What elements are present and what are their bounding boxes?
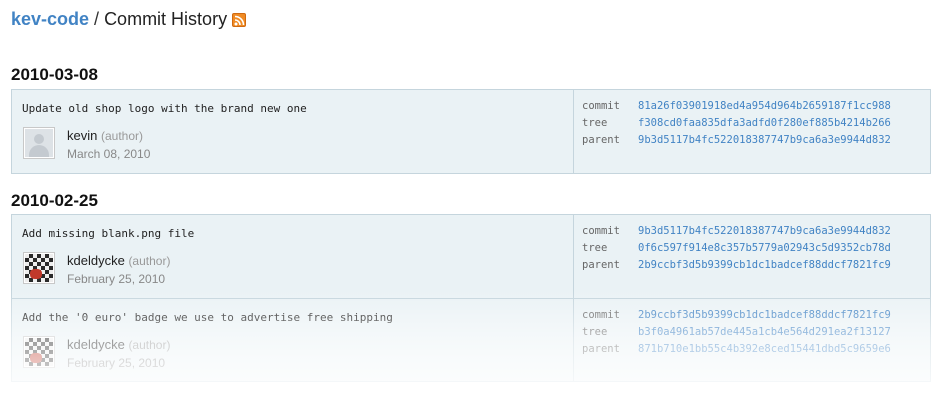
tree-label: tree	[582, 117, 608, 129]
commit-entry: Add missing blank.png file kdeldycke (au…	[12, 215, 930, 298]
parent-sha-link[interactable]: 871b710e1bb55c4b392e8ced15441dbd5c9659e6	[638, 343, 891, 355]
commit-label: commit	[582, 225, 620, 237]
tree-label: tree	[582, 326, 608, 338]
commit-meta: commit 2b9ccbf3d5b9399cb1dc1badcef88ddcf7…	[573, 299, 932, 381]
commit-date: February 25, 2010	[67, 356, 166, 370]
tree-sha-row: tree f308cd0faa835dfa3adfd0f280ef885b4214…	[582, 117, 891, 129]
author-role: (author)	[128, 338, 171, 352]
commit-entry: Update old shop logo with the brand new …	[12, 90, 930, 173]
author-name[interactable]: kdeldycke	[67, 337, 125, 352]
rss-icon[interactable]	[232, 13, 247, 27]
commit-history-page: kev-code / Commit History 2010-03-08 Upd…	[0, 0, 942, 402]
parent-sha-row: parent 871b710e1bb55c4b392e8ced15441dbd5c…	[582, 343, 891, 355]
pattern-avatar-icon[interactable]	[23, 252, 55, 284]
commit-date: February 25, 2010	[67, 272, 166, 286]
commit-message[interactable]: Update old shop logo with the brand new …	[22, 102, 307, 115]
commit-label: commit	[582, 309, 620, 321]
tree-sha-row: tree 0f6c597f914e8c357b5779a02943c5d9352c…	[582, 242, 891, 254]
author-line: kevin (author)	[67, 128, 143, 143]
commit-sha-link[interactable]: 81a26f03901918ed4a954d964b2659187f1cc988	[638, 100, 891, 112]
author-line: kdeldycke (author)	[67, 337, 170, 352]
page-title: Commit History	[104, 9, 228, 29]
commit-sha-link[interactable]: 9b3d5117b4fc522018387747b9ca6a3e9944d832	[638, 225, 891, 237]
author-name[interactable]: kevin	[67, 128, 97, 143]
commit-meta: commit 9b3d5117b4fc522018387747b9ca6a3e99…	[573, 215, 932, 298]
parent-label: parent	[582, 259, 620, 271]
commit-group: Update old shop logo with the brand new …	[11, 89, 931, 174]
page-header: kev-code / Commit History	[11, 8, 247, 30]
parent-sha-row: parent 9b3d5117b4fc522018387747b9ca6a3e99…	[582, 134, 891, 146]
parent-sha-link[interactable]: 9b3d5117b4fc522018387747b9ca6a3e9944d832	[638, 134, 891, 146]
commit-meta: commit 81a26f03901918ed4a954d964b2659187f…	[573, 90, 932, 173]
pattern-avatar-icon[interactable]	[23, 336, 55, 368]
parent-sha-row: parent 2b9ccbf3d5b9399cb1dc1badcef88ddcf7…	[582, 259, 891, 271]
date-heading: 2010-02-25	[11, 191, 98, 210]
header-separator: /	[94, 9, 100, 29]
parent-label: parent	[582, 134, 620, 146]
tree-sha-link[interactable]: 0f6c597f914e8c357b5779a02943c5d9352cb78d	[638, 242, 891, 254]
commit-message[interactable]: Add the '0 euro' badge we use to adverti…	[22, 311, 393, 324]
commit-date: March 08, 2010	[67, 147, 151, 161]
commit-message[interactable]: Add missing blank.png file	[22, 227, 194, 240]
author-line: kdeldycke (author)	[67, 253, 170, 268]
commit-sha-link[interactable]: 2b9ccbf3d5b9399cb1dc1badcef88ddcf7821fc9	[638, 309, 891, 321]
commit-entry: Add the '0 euro' badge we use to adverti…	[12, 298, 930, 381]
commit-sha-row: commit 2b9ccbf3d5b9399cb1dc1badcef88ddcf7…	[582, 309, 891, 321]
tree-sha-row: tree b3f0a4961ab57de445a1cb4e564d291ea2f1…	[582, 326, 891, 338]
author-name[interactable]: kdeldycke	[67, 253, 125, 268]
tree-sha-link[interactable]: f308cd0faa835dfa3adfd0f280ef885b4214b266	[638, 117, 891, 129]
commit-sha-row: commit 9b3d5117b4fc522018387747b9ca6a3e99…	[582, 225, 891, 237]
default-avatar-icon[interactable]	[23, 127, 55, 159]
tree-label: tree	[582, 242, 608, 254]
author-role: (author)	[100, 129, 144, 143]
tree-sha-link[interactable]: b3f0a4961ab57de445a1cb4e564d291ea2f13127	[638, 326, 891, 338]
author-role: (author)	[128, 254, 171, 268]
commit-sha-row: commit 81a26f03901918ed4a954d964b2659187f…	[582, 100, 891, 112]
commit-group: Add missing blank.png file kdeldycke (au…	[11, 214, 931, 382]
parent-label: parent	[582, 343, 620, 355]
commit-label: commit	[582, 100, 620, 112]
parent-sha-link[interactable]: 2b9ccbf3d5b9399cb1dc1badcef88ddcf7821fc9	[638, 259, 891, 271]
repo-link[interactable]: kev-code	[11, 8, 89, 30]
date-heading: 2010-03-08	[11, 65, 98, 84]
